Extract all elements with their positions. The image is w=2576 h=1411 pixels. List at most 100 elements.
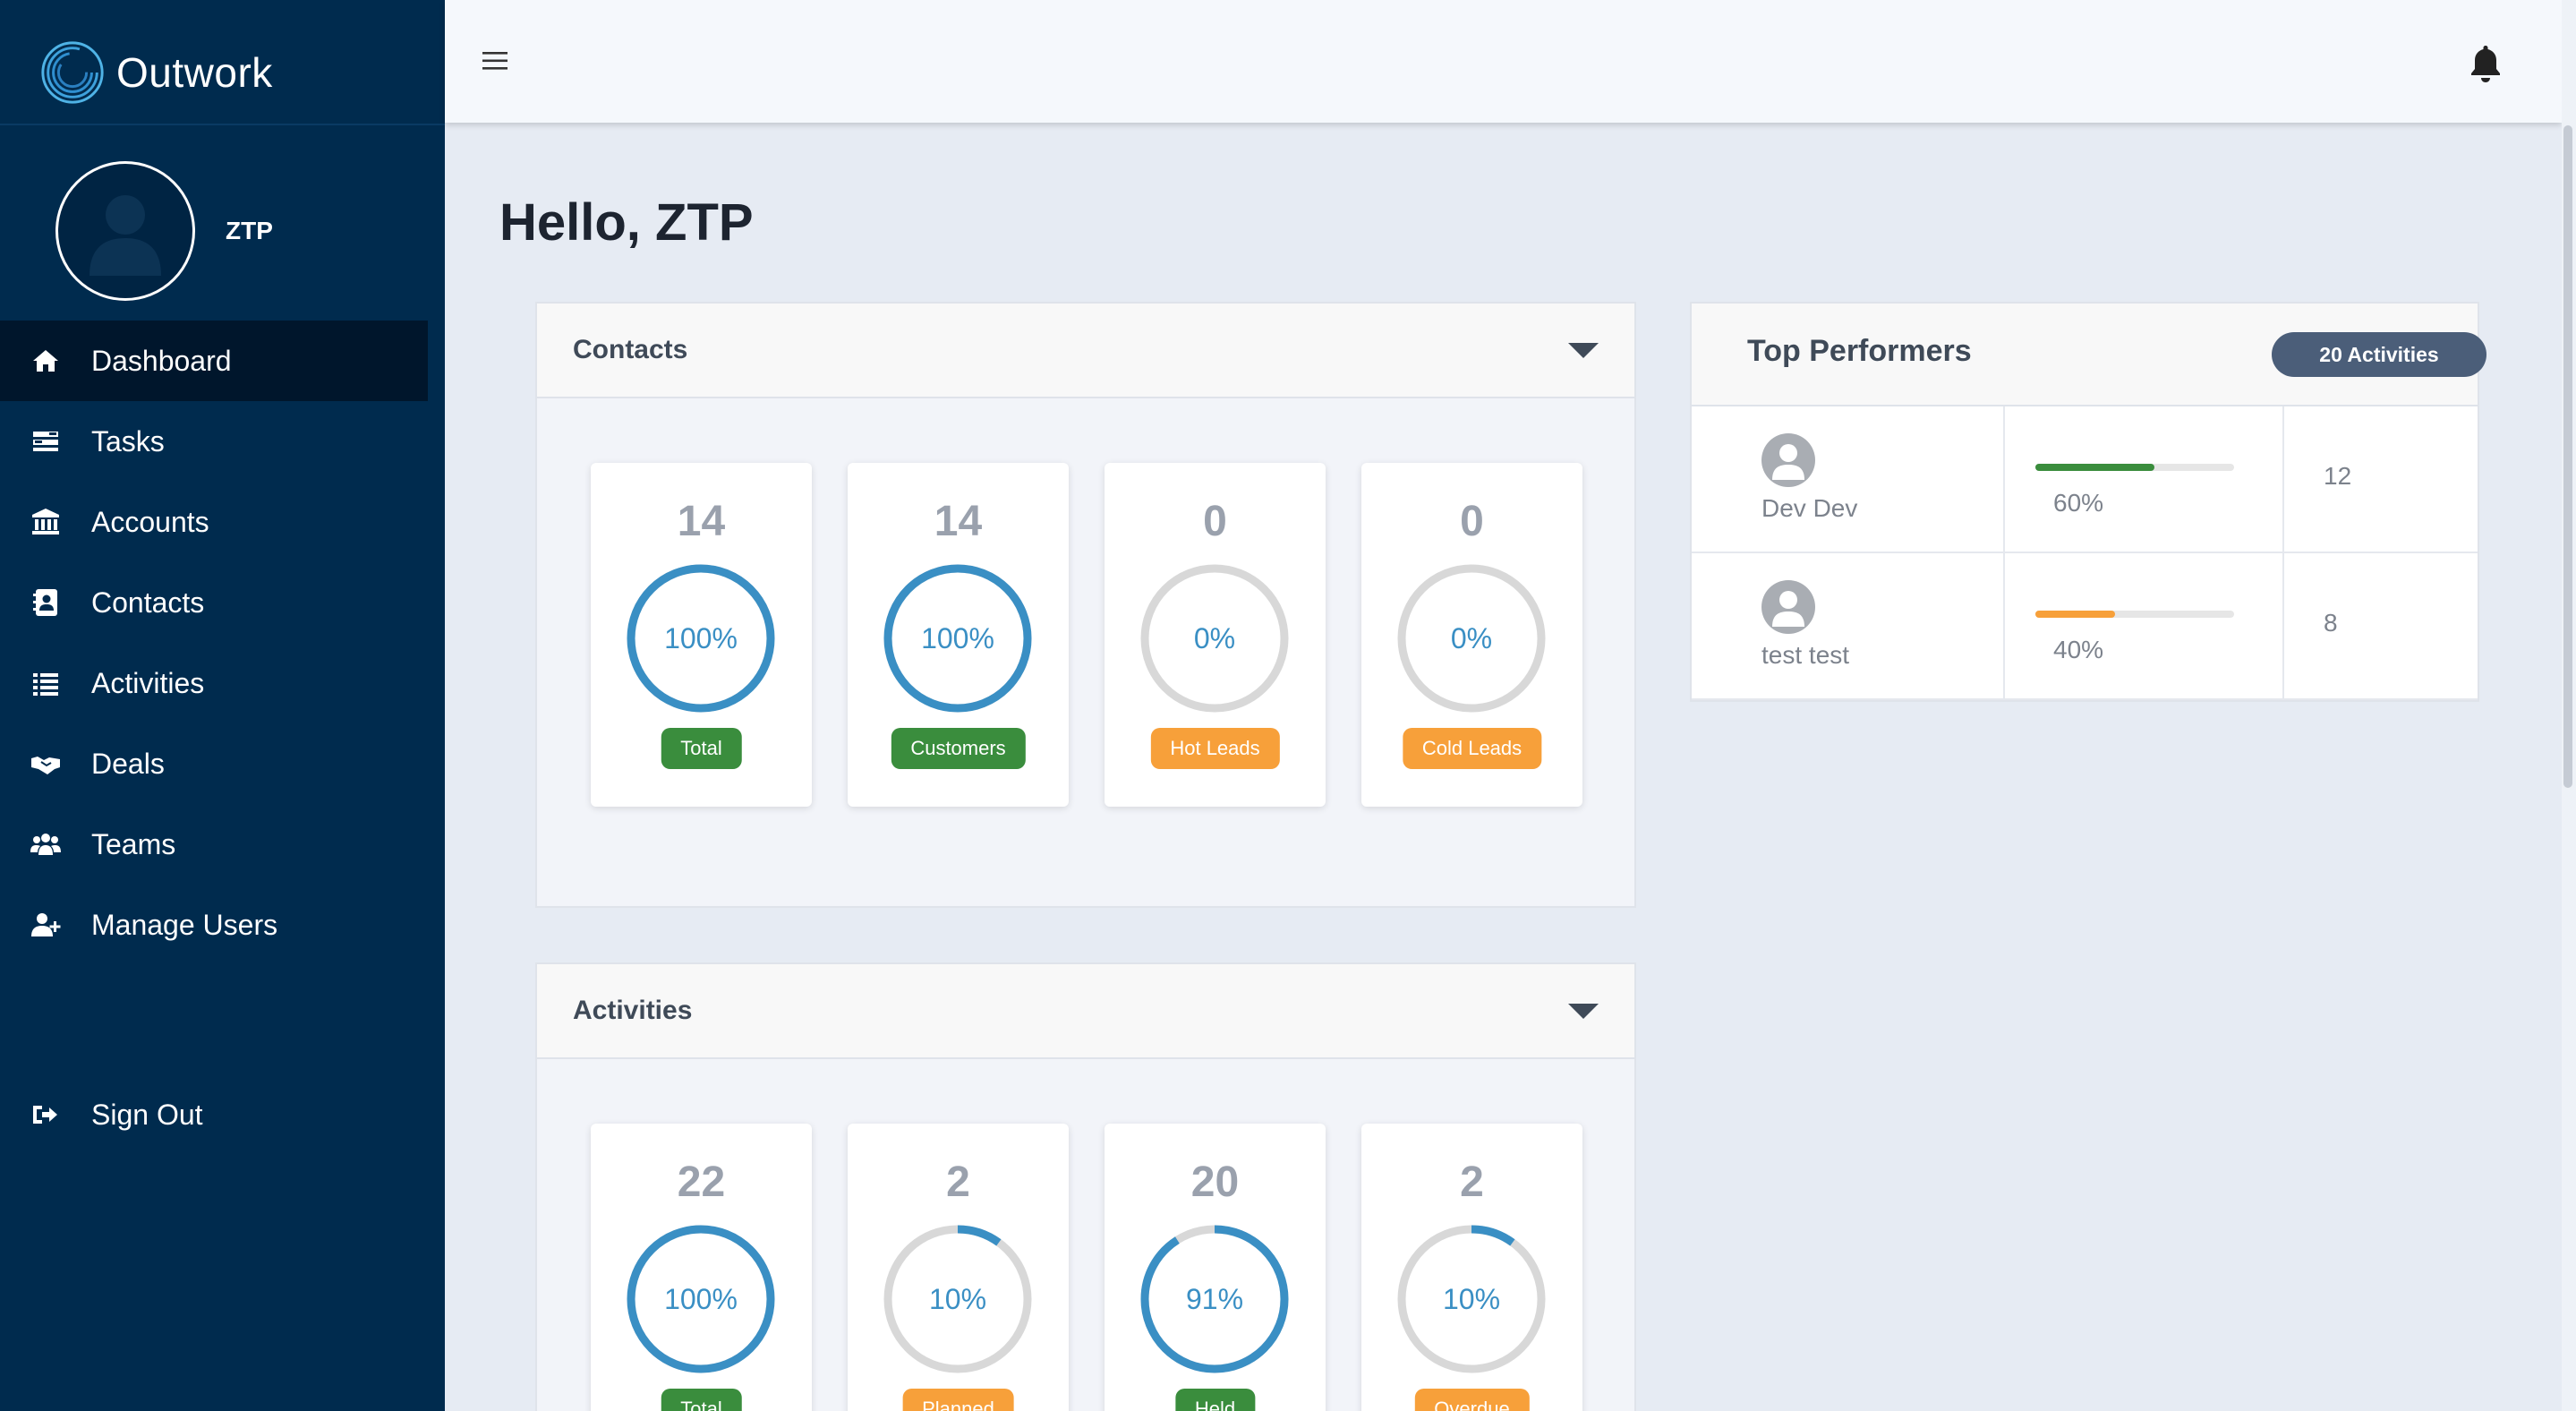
sidebar-signout: Sign Out: [0, 1074, 428, 1155]
stat-badge-planned[interactable]: Planned: [902, 1389, 1014, 1411]
sign-out-icon: [0, 1099, 91, 1131]
scrollbar-thumb[interactable]: [2563, 125, 2572, 788]
sidebar-item-manage-users[interactable]: Manage Users: [0, 885, 428, 965]
stat-count: 0: [1203, 498, 1227, 545]
sidebar-item-accounts[interactable]: Accounts: [0, 482, 428, 562]
top-performers-title: Top Performers: [1747, 334, 1972, 368]
sidebar-item-label: Teams: [91, 827, 176, 860]
sidebar-item-label: Accounts: [91, 505, 209, 538]
contacts-panel: Contacts 14 100% Total 14 100% Customers 0 0% Ho…: [535, 302, 1636, 908]
performer-row[interactable]: Dev Dev 60% 12: [1692, 406, 2478, 553]
performer-percent: 60%: [2053, 489, 2104, 517]
sign-out-label: Sign Out: [91, 1098, 203, 1131]
sidebar-divider: [0, 124, 445, 125]
stat-count: 0: [1460, 498, 1484, 545]
avatar: [55, 161, 195, 301]
stat-percent: 100%: [664, 621, 738, 654]
sign-out-button[interactable]: Sign Out: [0, 1074, 428, 1155]
page-greeting: Hello, ZTP: [499, 193, 754, 252]
stat-badge-hot-leads[interactable]: Hot Leads: [1150, 728, 1280, 769]
notification-bell-icon[interactable]: [2468, 43, 2503, 84]
list-icon: [0, 667, 91, 699]
user-plus-icon: [0, 909, 91, 941]
hamburger-menu-icon[interactable]: [481, 47, 509, 75]
outwork-logo-icon: [41, 41, 104, 104]
stat-count: 22: [677, 1159, 726, 1206]
address-book-icon: [0, 586, 91, 619]
stat-card-overdue[interactable]: 2 10% Overdue: [1361, 1124, 1582, 1411]
stat-badge-total[interactable]: Total: [661, 1389, 742, 1411]
sidebar-item-label: Contacts: [91, 586, 205, 619]
stat-card-held[interactable]: 20 91% Held: [1105, 1124, 1326, 1411]
sidebar-item-deals[interactable]: Deals: [0, 723, 428, 804]
stat-card-cold-leads[interactable]: 0 0% Cold Leads: [1361, 463, 1582, 807]
sidebar-item-dashboard[interactable]: Dashboard: [0, 321, 428, 401]
performer-count-cell: 12: [2286, 406, 2481, 553]
chevron-down-icon[interactable]: [1568, 1003, 1599, 1019]
activities-stat-cards: 22 100% Total 2 10% Planned 20 91% Held 2 10% Overd…: [591, 1124, 1582, 1411]
top-performers-panel: Top Performers 20 Activities Dev Dev 60% 1…: [1690, 302, 2486, 702]
handshake-icon: [0, 748, 91, 780]
stat-percent: 100%: [664, 1282, 738, 1315]
stat-card-total[interactable]: 14 100% Total: [591, 463, 812, 807]
sidebar-item-contacts[interactable]: Contacts: [0, 562, 428, 643]
sidebar-item-label: Activities: [91, 666, 205, 699]
user-avatar-icon: [1772, 444, 1804, 480]
contacts-panel-title: Contacts: [573, 335, 688, 364]
sidebar-item-tasks[interactable]: Tasks: [0, 401, 428, 482]
performer-progress-cell: 40%: [2007, 553, 2284, 700]
performer-activity-count: 8: [2324, 609, 2338, 637]
stat-badge-total[interactable]: Total: [661, 728, 742, 769]
performer-percent: 40%: [2053, 636, 2104, 663]
user-avatar-icon: [90, 195, 161, 276]
user-avatar-icon: [1772, 591, 1804, 627]
contacts-stat-cards: 14 100% Total 14 100% Customers 0 0% Hot Leads 0 0…: [591, 463, 1582, 807]
performer-activity-count: 12: [2324, 462, 2352, 490]
performer-name: test test: [1761, 641, 1850, 669]
top-bar: [445, 0, 2562, 123]
top-performers-rows: Dev Dev 60% 12 test test 40% 8: [1692, 406, 2478, 700]
stat-percent: 100%: [921, 621, 994, 654]
chevron-down-icon[interactable]: [1568, 342, 1599, 358]
performer-progress-cell: 60%: [2007, 406, 2284, 553]
stat-card-total[interactable]: 22 100% Total: [591, 1124, 812, 1411]
progress-bar: [2035, 464, 2234, 471]
stat-percent: 10%: [1442, 1282, 1501, 1315]
stat-card-planned[interactable]: 2 10% Planned: [848, 1124, 1069, 1411]
sidebar-item-activities[interactable]: Activities: [0, 643, 428, 723]
top-performers-header: Top Performers 20 Activities: [1692, 304, 2486, 406]
progress-bar-fill: [2035, 611, 2115, 618]
stat-count: 2: [946, 1159, 970, 1206]
stat-badge-customers[interactable]: Customers: [891, 728, 1026, 769]
sidebar-nav: Dashboard Tasks Accounts Contacts Activi…: [0, 321, 428, 965]
sidebar-item-label: Dashboard: [91, 344, 232, 377]
sidebar-item-label: Manage Users: [91, 908, 278, 941]
stat-card-customers[interactable]: 14 100% Customers: [848, 463, 1069, 807]
performer-cell: Dev Dev: [1692, 406, 2005, 553]
app: Outwork ZTP Dashboard Tasks Accounts Con…: [0, 0, 2576, 1411]
contacts-panel-header[interactable]: Contacts: [537, 304, 1634, 398]
performer-cell: test test: [1692, 553, 2005, 700]
performer-row[interactable]: test test 40% 8: [1692, 553, 2478, 700]
progress-bar: [2035, 611, 2234, 618]
performer-count-cell: 8: [2286, 553, 2481, 700]
stat-percent: 91%: [1185, 1282, 1244, 1315]
sidebar-item-teams[interactable]: Teams: [0, 804, 428, 885]
stat-card-hot-leads[interactable]: 0 0% Hot Leads: [1105, 463, 1326, 807]
activities-panel-header[interactable]: Activities: [537, 964, 1634, 1059]
sidebar: Outwork ZTP Dashboard Tasks Accounts Con…: [0, 0, 445, 1411]
stat-percent: 10%: [928, 1282, 987, 1315]
user-profile[interactable]: ZTP: [55, 161, 273, 301]
avatar: [1761, 580, 1815, 634]
stat-percent: 0%: [1450, 621, 1493, 654]
stat-percent: 0%: [1193, 621, 1236, 654]
stat-count: 2: [1460, 1159, 1484, 1206]
stat-count: 14: [934, 498, 983, 545]
stat-badge-cold-leads[interactable]: Cold Leads: [1402, 728, 1542, 769]
stat-badge-held[interactable]: Held: [1174, 1389, 1256, 1411]
stat-count: 20: [1190, 1159, 1240, 1206]
brand[interactable]: Outwork: [38, 39, 273, 106]
stat-badge-overdue[interactable]: Overdue: [1414, 1389, 1530, 1411]
users-icon: [0, 828, 91, 860]
performer-name: Dev Dev: [1761, 494, 1858, 522]
